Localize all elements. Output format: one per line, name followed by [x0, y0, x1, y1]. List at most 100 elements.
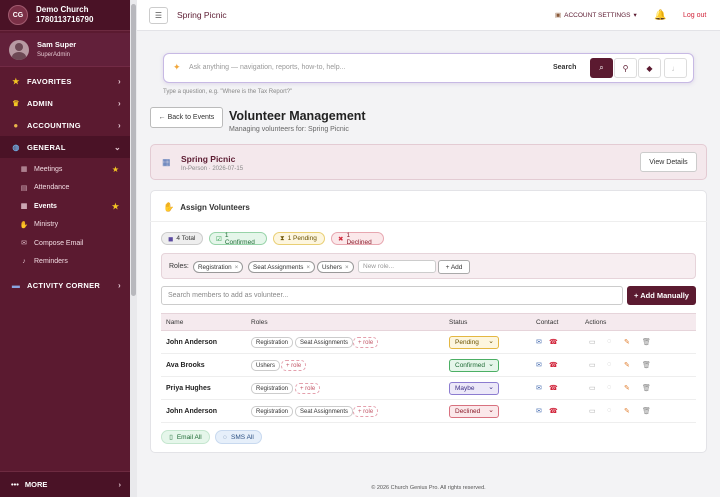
new-role-input[interactable]: New role...	[358, 260, 436, 273]
status-select[interactable]: Confirmed	[449, 359, 499, 372]
email-icon[interactable]: ✉	[536, 384, 542, 392]
message-icon[interactable]: ▭	[589, 338, 596, 346]
sms-icon: ◌	[223, 433, 228, 441]
favorite-star-icon[interactable]: ★	[112, 202, 119, 211]
ai-search-input[interactable]: Ask anything — navigation, reports, how-…	[189, 64, 345, 71]
trash-icon[interactable]: 🗑	[642, 407, 651, 415]
account-settings-menu[interactable]: ▣ ACCOUNT SETTINGS ▾	[555, 11, 637, 20]
chevron-down-icon: ⌄	[113, 142, 121, 152]
chat-icon[interactable]: ◌	[607, 407, 611, 414]
row-role-chip[interactable]: Registration	[251, 383, 294, 394]
message-icon[interactable]: ▭	[589, 361, 596, 369]
sidebar-section-general[interactable]: ◍ GENERAL ⌄	[0, 136, 137, 158]
phone-icon[interactable]: ☎	[549, 384, 558, 392]
remove-role-icon[interactable]: ×	[235, 264, 239, 271]
column-header-status: Status	[449, 319, 468, 326]
sidebar-section-activity-corner[interactable]: ▬ ACTIVITY CORNER ›	[0, 274, 137, 296]
row-role-chip[interactable]: Seat Assignments	[295, 406, 354, 417]
hamburger-icon[interactable]: ☰	[149, 6, 168, 24]
sidebar-item-meetings[interactable]: ▦ Meetings ★	[0, 160, 137, 179]
page-subtitle: Managing volunteers for: Spring Picnic	[229, 126, 349, 133]
table-row: Priya Hughes Registration + role Maybe ✉…	[161, 377, 696, 400]
remove-role-icon[interactable]: ×	[345, 264, 349, 271]
chat-icon[interactable]: ◌	[607, 384, 611, 391]
notification-bell-icon[interactable]: 🔔	[654, 10, 666, 21]
hands-icon: ✋	[19, 221, 29, 229]
sidebar-item-reminders[interactable]: ♪ Reminders	[0, 253, 137, 272]
tools-mode-button[interactable]: ⚲	[614, 58, 637, 78]
table-row: John Anderson Registration Seat Assignme…	[161, 400, 696, 423]
sidebar-section-accounting[interactable]: ● ACCOUNTING ›	[0, 114, 137, 136]
add-role-chip[interactable]: + role	[295, 383, 321, 394]
email-icon[interactable]: ✉	[536, 361, 542, 369]
trash-icon[interactable]: 🗑	[642, 361, 651, 369]
column-header-roles: Roles	[251, 319, 268, 326]
divider	[150, 221, 707, 222]
sidebar-section-label: FAVORITES	[27, 76, 72, 86]
phone-icon[interactable]: ☎	[549, 407, 558, 415]
favorite-star-icon[interactable]: ★	[112, 165, 119, 174]
user-profile[interactable]: Sam Super SuperAdmin	[0, 33, 137, 67]
email-icon[interactable]: ✉	[536, 407, 542, 415]
trash-icon[interactable]: 🗑	[642, 384, 651, 392]
church-name: Demo Church	[36, 5, 89, 14]
phone-icon[interactable]: ☎	[549, 338, 558, 346]
row-role-chip[interactable]: Registration	[251, 337, 294, 348]
sidebar-item-compose-email[interactable]: ✉ Compose Email	[0, 234, 137, 253]
sidebar-more[interactable]: ••• MORE ›	[0, 471, 137, 497]
phone-icon[interactable]: ☎	[549, 361, 558, 369]
remove-role-icon[interactable]: ×	[306, 264, 310, 271]
crown-icon: ♛	[12, 98, 20, 108]
chat-mode-button[interactable]: ◆	[638, 58, 661, 78]
user-role: SuperAdmin	[37, 51, 71, 58]
trash-icon[interactable]: 🗑	[642, 338, 651, 346]
page-heading: Volunteer Management	[229, 109, 366, 123]
status-select[interactable]: Pending	[449, 336, 499, 349]
add-role-chip[interactable]: + role	[353, 406, 379, 417]
user-name: Sam Super	[37, 39, 77, 49]
sidebar-item-attendance[interactable]: ▤ Attendance	[0, 179, 137, 198]
chat-icon[interactable]: ◌	[607, 338, 611, 345]
add-manually-button[interactable]: + Add Manually	[627, 286, 696, 305]
status-select[interactable]: Declined	[449, 405, 499, 418]
add-role-button[interactable]: + Add	[438, 260, 470, 274]
sidebar-section-admin[interactable]: ♛ ADMIN ›	[0, 92, 137, 114]
page-title: Spring Picnic	[177, 10, 227, 20]
sidebar-item-events[interactable]: ▦ Events ★	[0, 197, 137, 216]
column-header-contact: Contact	[536, 319, 559, 326]
row-role-chip[interactable]: Seat Assignments	[295, 337, 354, 348]
roles-bar: Roles: Registration × Seat Assignments × U…	[161, 253, 696, 279]
edit-icon[interactable]: ✎	[624, 361, 630, 369]
table-row: Ava Brooks Ushers + role Confirmed ✉ ☎ ▭…	[161, 354, 696, 377]
microphone-button[interactable]: ♩	[664, 58, 687, 78]
sidebar-scrollbar-thumb[interactable]	[131, 4, 136, 296]
search-hint: Type a question, e.g. "Where is the Tax …	[163, 89, 293, 95]
message-icon[interactable]: ▭	[589, 384, 596, 392]
sms-all-button[interactable]: ◌ SMS All	[215, 430, 262, 444]
add-role-chip[interactable]: + role	[353, 337, 379, 348]
column-header-name: Name	[166, 319, 184, 326]
raised-hand-icon: ✋	[163, 202, 175, 212]
status-select[interactable]: Maybe	[449, 382, 499, 395]
globe-icon: ◍	[12, 142, 20, 152]
volunteer-name: Ava Brooks	[166, 362, 205, 369]
logout-link[interactable]: Log out	[683, 12, 706, 19]
sparkle-icon: ✦	[173, 62, 181, 72]
message-icon[interactable]: ▭	[589, 407, 596, 415]
email-icon[interactable]: ✉	[536, 338, 542, 346]
chat-icon[interactable]: ◌	[607, 361, 611, 368]
church-header[interactable]: CG Demo Church 1780113716790	[0, 0, 137, 31]
row-role-chip[interactable]: Ushers	[251, 360, 281, 371]
row-role-chip[interactable]: Registration	[251, 406, 294, 417]
edit-icon[interactable]: ✎	[624, 338, 630, 346]
member-search-input[interactable]: Search members to add as volunteer...	[161, 286, 623, 305]
edit-icon[interactable]: ✎	[624, 384, 630, 392]
sidebar-section-favorites[interactable]: ★ FAVORITES ›	[0, 70, 137, 92]
edit-icon[interactable]: ✎	[624, 407, 630, 415]
search-mode-button[interactable]: ⌕	[590, 58, 613, 78]
view-details-button[interactable]: View Details	[640, 152, 697, 172]
sidebar-item-ministry[interactable]: ✋ Ministry	[0, 216, 137, 235]
add-role-chip[interactable]: + role	[281, 360, 307, 371]
email-all-button[interactable]: ▯ Email All	[161, 430, 210, 444]
back-to-events-button[interactable]: ← Back to Events	[150, 107, 223, 128]
